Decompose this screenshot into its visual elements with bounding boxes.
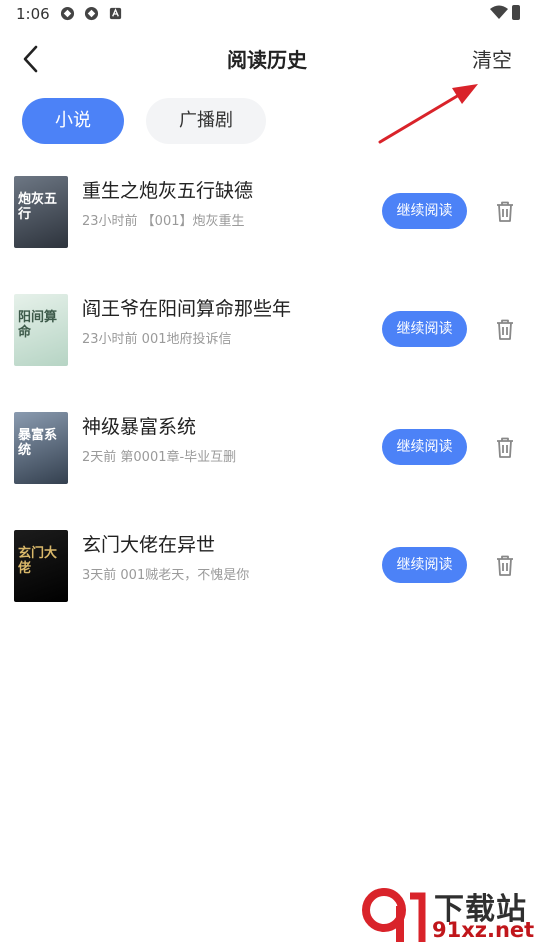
trash-icon[interactable] — [494, 200, 516, 224]
page-title: 阅读历史 — [227, 48, 307, 72]
book-progress: 2天前 第0001章-毕业互删 — [82, 450, 237, 465]
tab-novel[interactable]: 小说 — [22, 98, 124, 144]
cover-title: 暴富系统 — [18, 428, 58, 458]
status-time: 1:06 — [16, 5, 50, 23]
watermark-logo-icon — [362, 888, 426, 942]
list-item[interactable]: 炮灰五行 重生之炮灰五行缺德 23小时前 【001】炮灰重生 继续阅读 — [0, 168, 534, 286]
app-notification-icon — [84, 6, 99, 21]
cover-title: 阳间算命 — [18, 310, 58, 340]
book-title: 玄门大佬在异世 — [82, 534, 216, 556]
book-title: 神级暴富系统 — [82, 416, 197, 438]
book-progress: 3天前 001贼老天，不愧是你 — [82, 568, 250, 583]
trash-icon[interactable] — [494, 436, 516, 460]
status-bar: 1:06 — [0, 0, 534, 28]
book-progress: 23小时前 001地府投诉信 — [82, 332, 232, 347]
history-list: 炮灰五行 重生之炮灰五行缺德 23小时前 【001】炮灰重生 继续阅读 阳间算命… — [0, 168, 534, 640]
list-item[interactable]: 阳间算命 阎王爷在阳间算命那些年 23小时前 001地府投诉信 继续阅读 — [0, 286, 534, 404]
tab-radio-drama[interactable]: 广播剧 — [146, 98, 266, 144]
annotation-arrow-icon — [378, 84, 478, 144]
continue-reading-button[interactable]: 继续阅读 — [382, 193, 467, 229]
battery-icon — [512, 5, 520, 20]
clear-button[interactable]: 清空 — [472, 44, 512, 73]
book-title: 阎王爷在阳间算命那些年 — [82, 298, 292, 320]
list-item[interactable]: 暴富系统 神级暴富系统 2天前 第0001章-毕业互删 继续阅读 — [0, 404, 534, 522]
cover-title: 玄门大佬 — [18, 546, 58, 576]
book-progress: 23小时前 【001】炮灰重生 — [82, 214, 245, 229]
book-cover: 玄门大佬 — [14, 530, 68, 602]
site-watermark: 下载站 91xz.net — [360, 884, 534, 946]
text-notification-icon — [109, 7, 122, 20]
continue-reading-button[interactable]: 继续阅读 — [382, 547, 467, 583]
continue-reading-button[interactable]: 继续阅读 — [382, 429, 467, 465]
watermark-url: 91xz.net — [432, 918, 534, 942]
wifi-icon — [490, 5, 508, 19]
list-item[interactable]: 玄门大佬 玄门大佬在异世 3天前 001贼老天，不愧是你 继续阅读 — [0, 522, 534, 640]
book-cover: 暴富系统 — [14, 412, 68, 484]
trash-icon[interactable] — [494, 318, 516, 342]
book-title: 重生之炮灰五行缺德 — [82, 180, 254, 202]
book-cover: 阳间算命 — [14, 294, 68, 366]
book-cover: 炮灰五行 — [14, 176, 68, 248]
app-notification-icon — [60, 6, 75, 21]
continue-reading-button[interactable]: 继续阅读 — [382, 311, 467, 347]
trash-icon[interactable] — [494, 554, 516, 578]
cover-title: 炮灰五行 — [18, 192, 58, 222]
